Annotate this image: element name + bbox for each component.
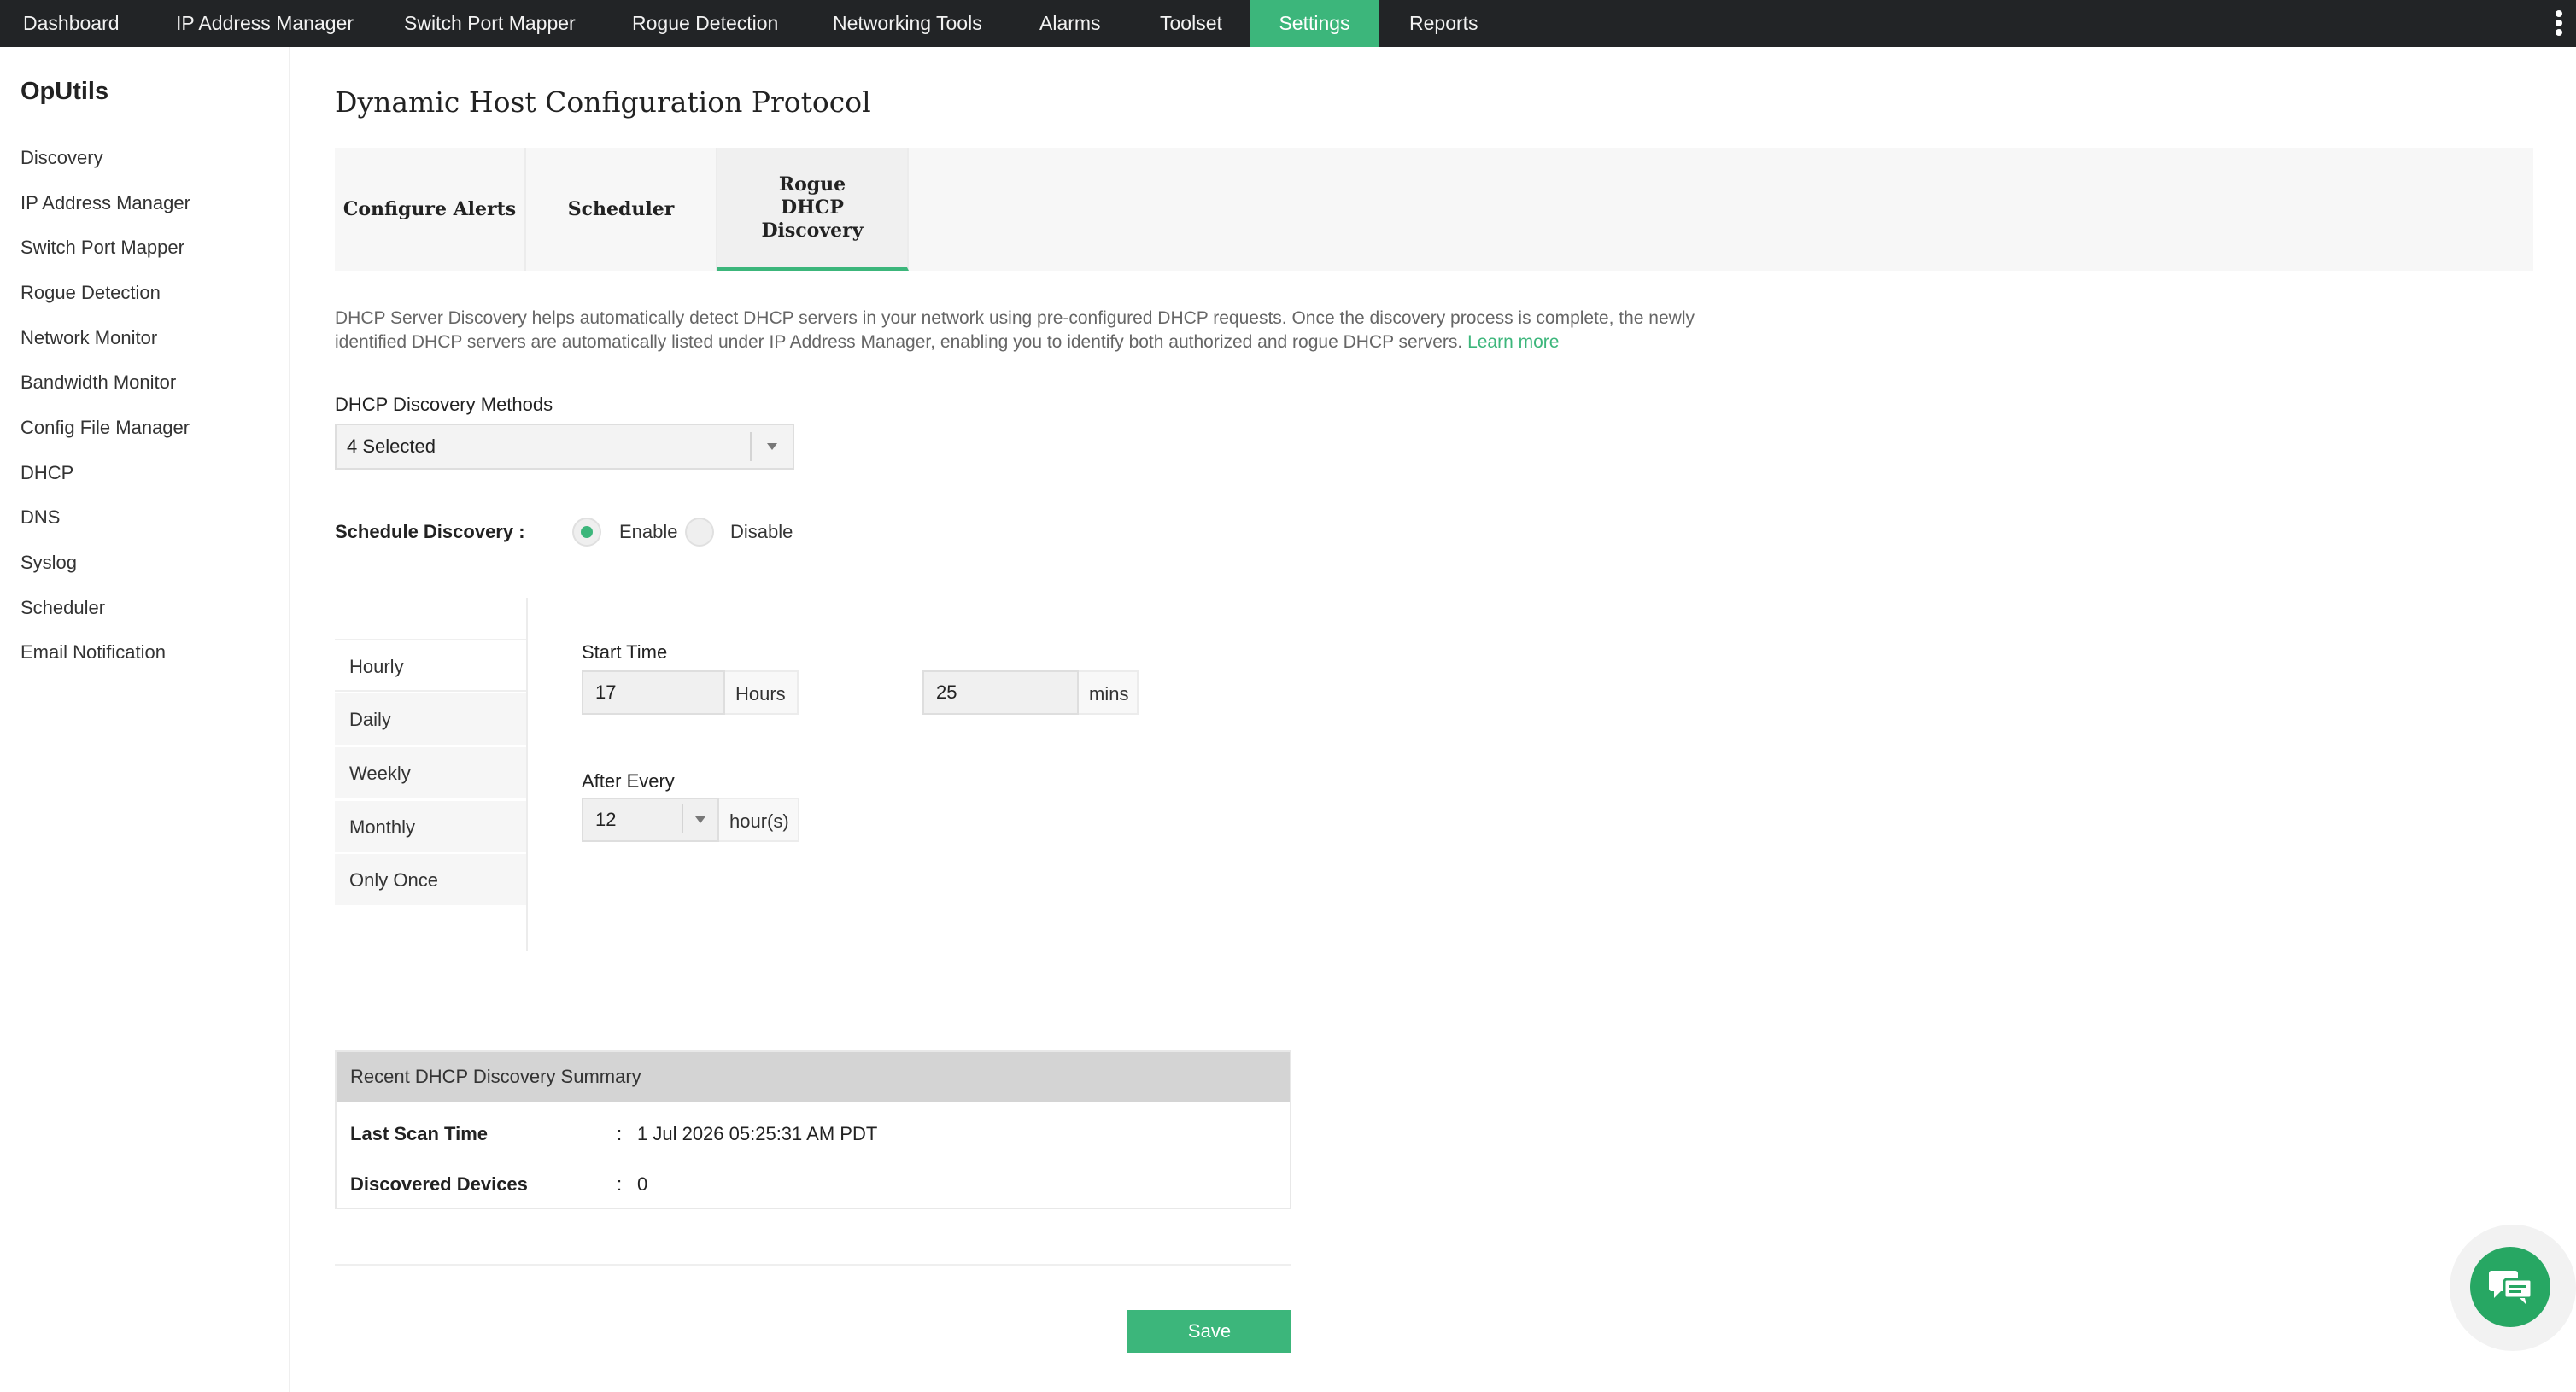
sidebar-item-config-file-manager[interactable]: Config File Manager [20,417,190,439]
nav-item-rogue-detection[interactable]: Rogue Detection [609,0,801,47]
sidebar-item-dns[interactable]: DNS [20,506,60,529]
mins-unit-label: mins [1079,670,1139,715]
sidebar-item-ip-address-manager[interactable]: IP Address Manager [20,192,190,214]
discovery-methods-select[interactable]: 4 Selected [335,424,794,470]
radio-selected-dot [581,526,593,538]
tab-label: Scheduler [567,197,675,220]
last-scan-time-value: 1 Jul 2026 05:25:31 AM PDT [637,1123,878,1144]
tab-scheduler[interactable]: Scheduler [526,148,717,271]
nav-item-networking-tools[interactable]: Networking Tools [810,0,1005,47]
sidebar-item-switch-port-mapper[interactable]: Switch Port Mapper [20,237,184,259]
schedule-discovery-label: Schedule Discovery : [335,521,525,542]
chevron-down-icon [767,443,777,450]
tab-label: Rogue DHCP Discovery [761,173,864,242]
start-mins-input[interactable]: 25 [922,670,1079,715]
tab-bar: Configure Alerts Scheduler Rogue DHCP Di… [335,148,2533,271]
brand-title: OpUtils [20,78,109,105]
nav-item-alarms[interactable]: Alarms [1016,0,1124,47]
frequency-hourly[interactable]: Hourly [335,639,526,692]
after-every-select[interactable]: 12 [582,798,719,842]
frequency-monthly[interactable]: Monthly [335,801,526,854]
sidebar-item-syslog[interactable]: Syslog [20,552,77,574]
nav-item-reports[interactable]: Reports [1386,0,1502,47]
discovered-devices-label: Discovered Devices [350,1173,528,1195]
enable-radio[interactable] [572,518,601,547]
discovery-summary-panel: Recent DHCP Discovery Summary Last Scan … [335,1050,1291,1209]
summary-title: Recent DHCP Discovery Summary [337,1052,1290,1102]
discovered-devices-value: 0 [637,1173,648,1195]
nav-item-switch-port-mapper[interactable]: Switch Port Mapper [381,0,599,47]
page-description: DHCP Server Discovery helps automaticall… [335,307,1736,354]
nav-item-toolset[interactable]: Toolset [1137,0,1245,47]
sidebar-item-dhcp[interactable]: DHCP [20,462,73,484]
summary-colon: : [617,1123,623,1144]
frequency-weekly[interactable]: Weekly [335,747,526,800]
discovery-methods-value: 4 Selected [347,436,436,457]
start-time-label: Start Time [582,641,668,663]
save-button[interactable]: Save [1127,1310,1291,1353]
sidebar-item-rogue-detection[interactable]: Rogue Detection [20,282,161,304]
enable-radio-label: Enable [619,521,678,542]
last-scan-time-label: Last Scan Time [350,1123,488,1144]
disable-radio[interactable] [685,518,714,547]
learn-more-link[interactable]: Learn more [1467,332,1559,352]
kebab-menu-icon[interactable] [2554,10,2564,38]
summary-colon: : [617,1173,623,1195]
sidebar-item-network-monitor[interactable]: Network Monitor [20,327,157,349]
sidebar-item-email-notification[interactable]: Email Notification [20,641,166,664]
frequency-only-once[interactable]: Only Once [335,854,526,907]
start-hours-input[interactable]: 17 [582,670,725,715]
disable-radio-label: Disable [730,521,793,542]
sidebar: OpUtils Discovery IP Address Manager Swi… [0,47,290,1392]
tab-label: Configure Alerts [342,197,517,220]
nav-item-ip-address-manager[interactable]: IP Address Manager [153,0,377,47]
form-divider [335,1264,1291,1266]
chevron-down-icon [695,816,705,823]
sidebar-item-bandwidth-monitor[interactable]: Bandwidth Monitor [20,371,176,394]
top-navigation-bar: Dashboard IP Address Manager Switch Port… [0,0,2576,47]
after-every-value: 12 [595,809,617,830]
chat-icon[interactable] [2470,1247,2550,1327]
hours-unit-label: Hours [725,670,799,715]
after-every-unit-label: hour(s) [719,798,799,842]
discovery-methods-label: DHCP Discovery Methods [335,394,553,415]
select-divider [750,432,752,461]
tab-rogue-dhcp-discovery[interactable]: Rogue DHCP Discovery [717,148,909,271]
sidebar-item-scheduler[interactable]: Scheduler [20,597,105,619]
nav-item-dashboard[interactable]: Dashboard [0,0,143,47]
nav-item-settings[interactable]: Settings [1250,0,1379,47]
after-every-label: After Every [582,770,675,792]
page-title: Dynamic Host Configuration Protocol [335,85,871,119]
tab-configure-alerts[interactable]: Configure Alerts [335,148,526,271]
frequency-list: Hourly Daily Weekly Monthly Only Once [335,598,528,951]
sidebar-item-discovery[interactable]: Discovery [20,147,103,169]
select-divider [682,804,683,833]
frequency-daily[interactable]: Daily [335,693,526,746]
